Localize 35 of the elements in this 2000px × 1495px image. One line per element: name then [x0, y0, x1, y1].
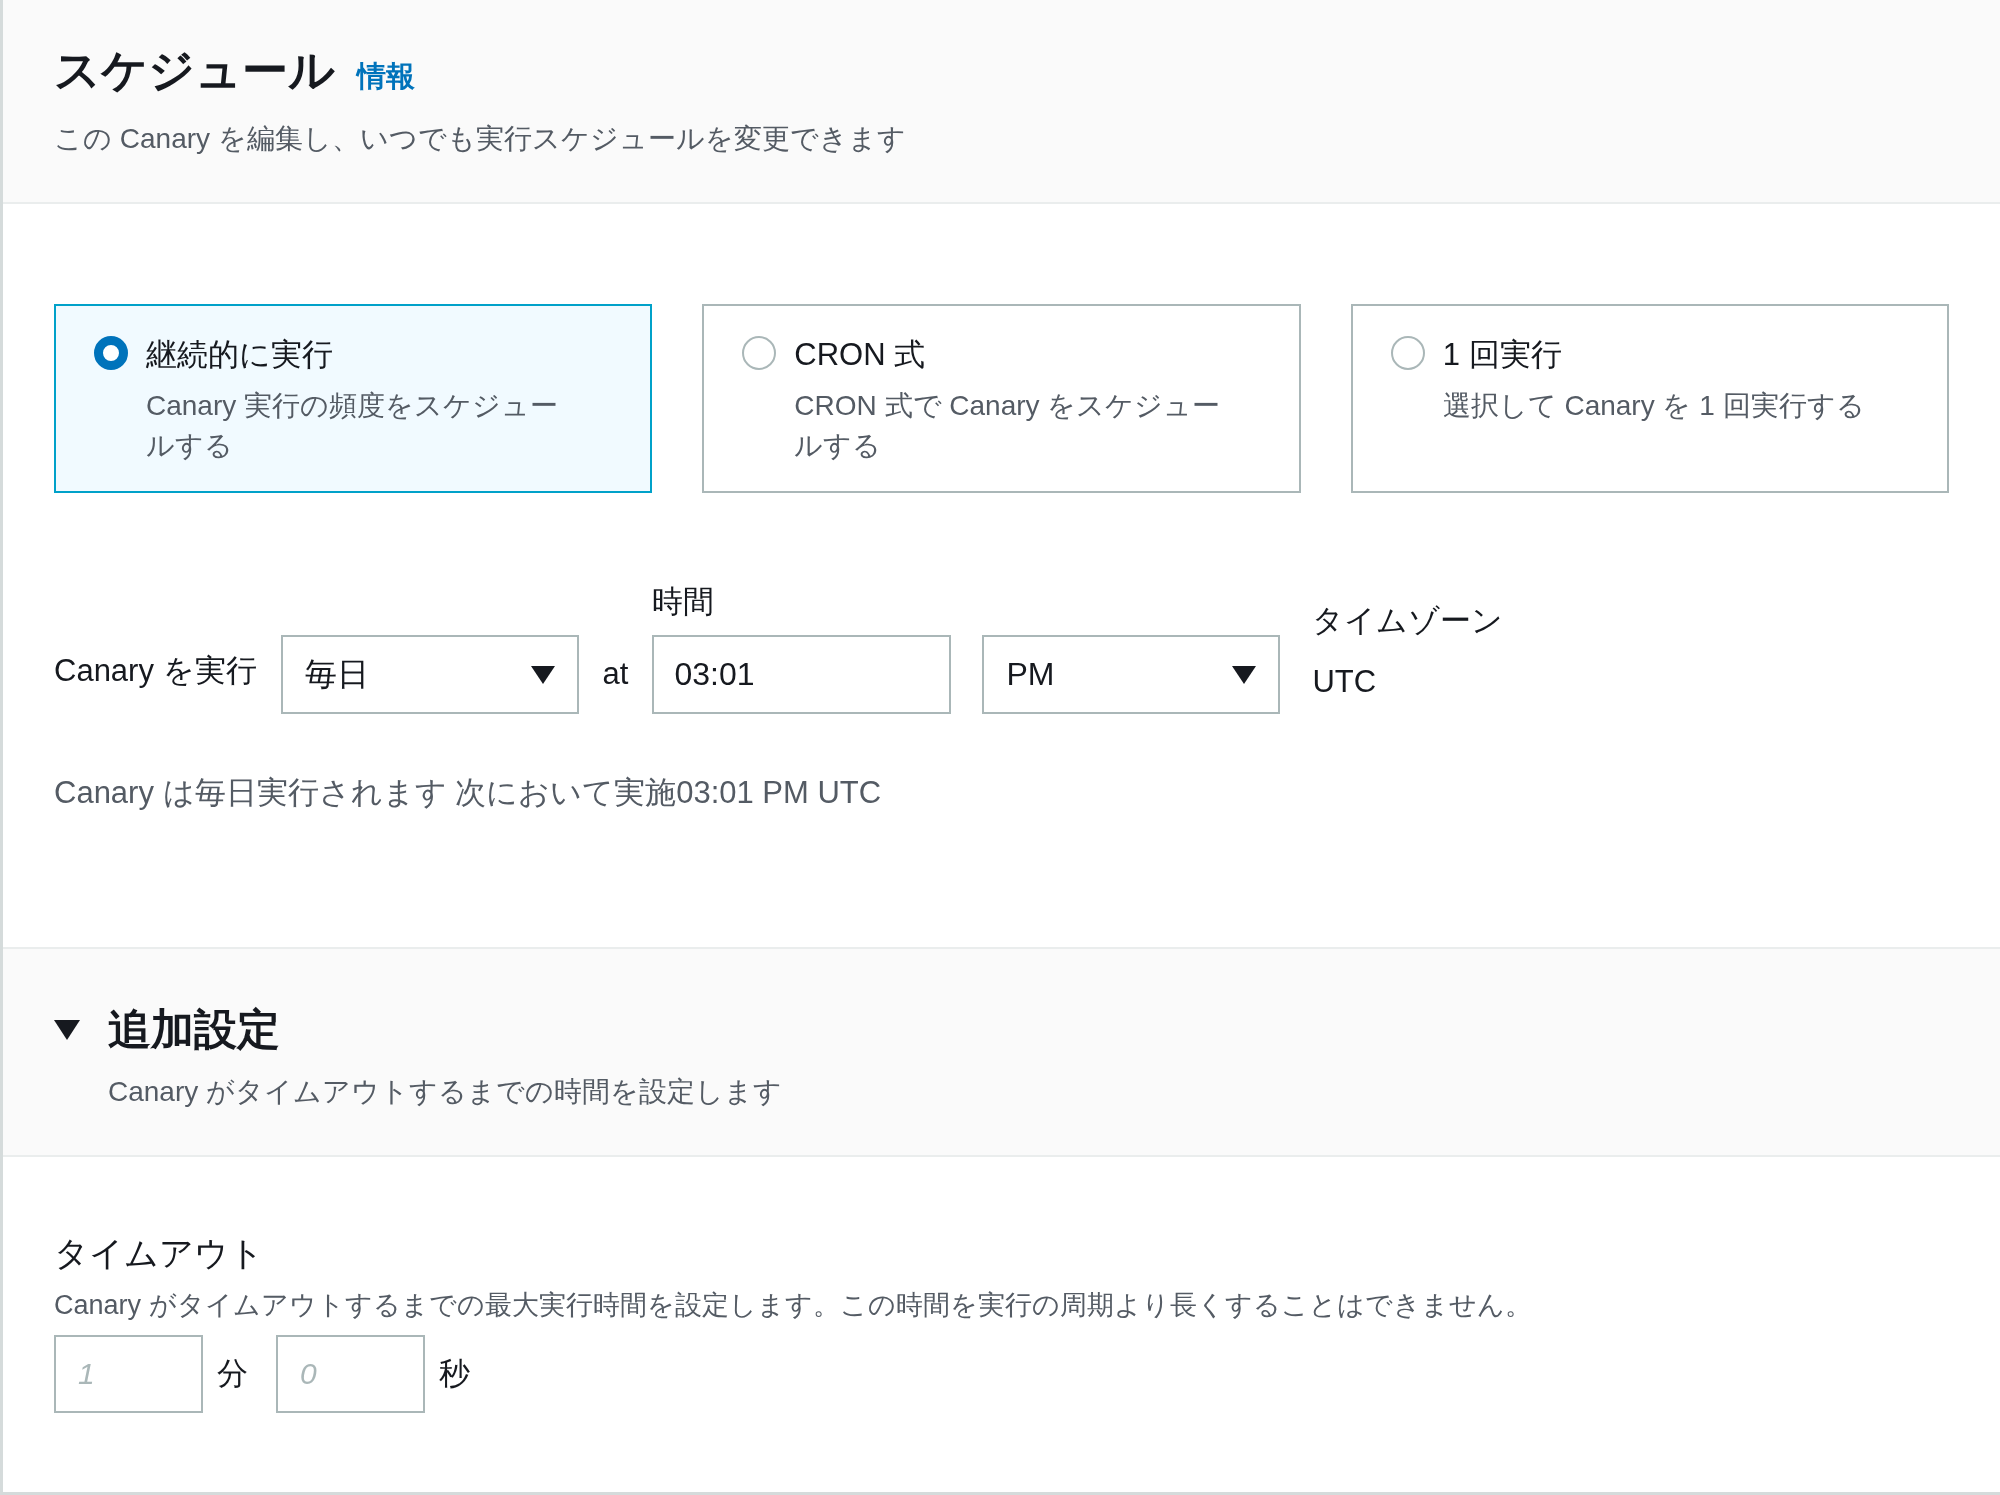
at-label: at [602, 656, 629, 692]
additional-settings-description: Canary がタイムアウトするまでの時間を設定します [108, 1075, 784, 1109]
time-input[interactable]: 03:01 [652, 635, 952, 714]
frequency-select[interactable]: 毎日 [280, 635, 579, 714]
caret-icon [530, 665, 555, 684]
minutes-unit: 分 [217, 1355, 248, 1393]
caret-icon [54, 1020, 80, 1040]
schedule-option-card[interactable]: 継続的に実行 Canary 実行の頻度をスケジュールする [54, 304, 653, 493]
option-description: CRON 式で Canary をスケジュールする [794, 389, 1222, 463]
radio-button[interactable] [742, 336, 777, 370]
radio-button[interactable] [1390, 336, 1425, 370]
additional-settings-toggle[interactable]: 追加設定 [54, 1001, 280, 1059]
option-title: CRON 式 [794, 336, 927, 374]
schedule-option-card[interactable]: CRON 式 CRON 式で Canary をスケジュールする [702, 304, 1301, 493]
ampm-select[interactable]: PM [982, 635, 1281, 714]
minutes-input[interactable]: 1 [54, 1335, 203, 1413]
timeout-description: Canary がタイムアウトするまでの最大実行時間を設定します。この時間を実行の周期より長くすることはできません。 [54, 1289, 1533, 1322]
option-description: Canary 実行の頻度をスケジュールする [146, 389, 560, 463]
timezone-value: UTC [1312, 664, 1378, 700]
section-description: この Canary を編集し、いつでも実行スケジュールを変更できます [54, 122, 907, 156]
radio-button[interactable] [94, 336, 128, 370]
option-description: 選択して Canary を 1 回実行する [1442, 389, 1866, 423]
caret-icon [1232, 665, 1257, 684]
seconds-unit: 秒 [439, 1355, 470, 1393]
section-title: スケジュール [54, 43, 335, 98]
seconds-input[interactable]: 0 [276, 1335, 425, 1413]
run-label: Canary を実行 [54, 652, 257, 690]
timezone-label: タイムゾーン [1312, 602, 1504, 640]
option-title: 継続的に実行 [146, 336, 334, 374]
schedule-option-card[interactable]: 1 回実行 選択して Canary を 1 回実行する [1350, 304, 1949, 493]
info-link[interactable]: 情報 [357, 57, 415, 97]
time-label: 時間 [652, 583, 716, 621]
schedule-summary: Canary は毎日実行されます 次において実施03:01 PM UTC [54, 774, 883, 812]
timeout-label: タイムアウト [54, 1233, 265, 1274]
option-title: 1 回実行 [1442, 336, 1563, 374]
